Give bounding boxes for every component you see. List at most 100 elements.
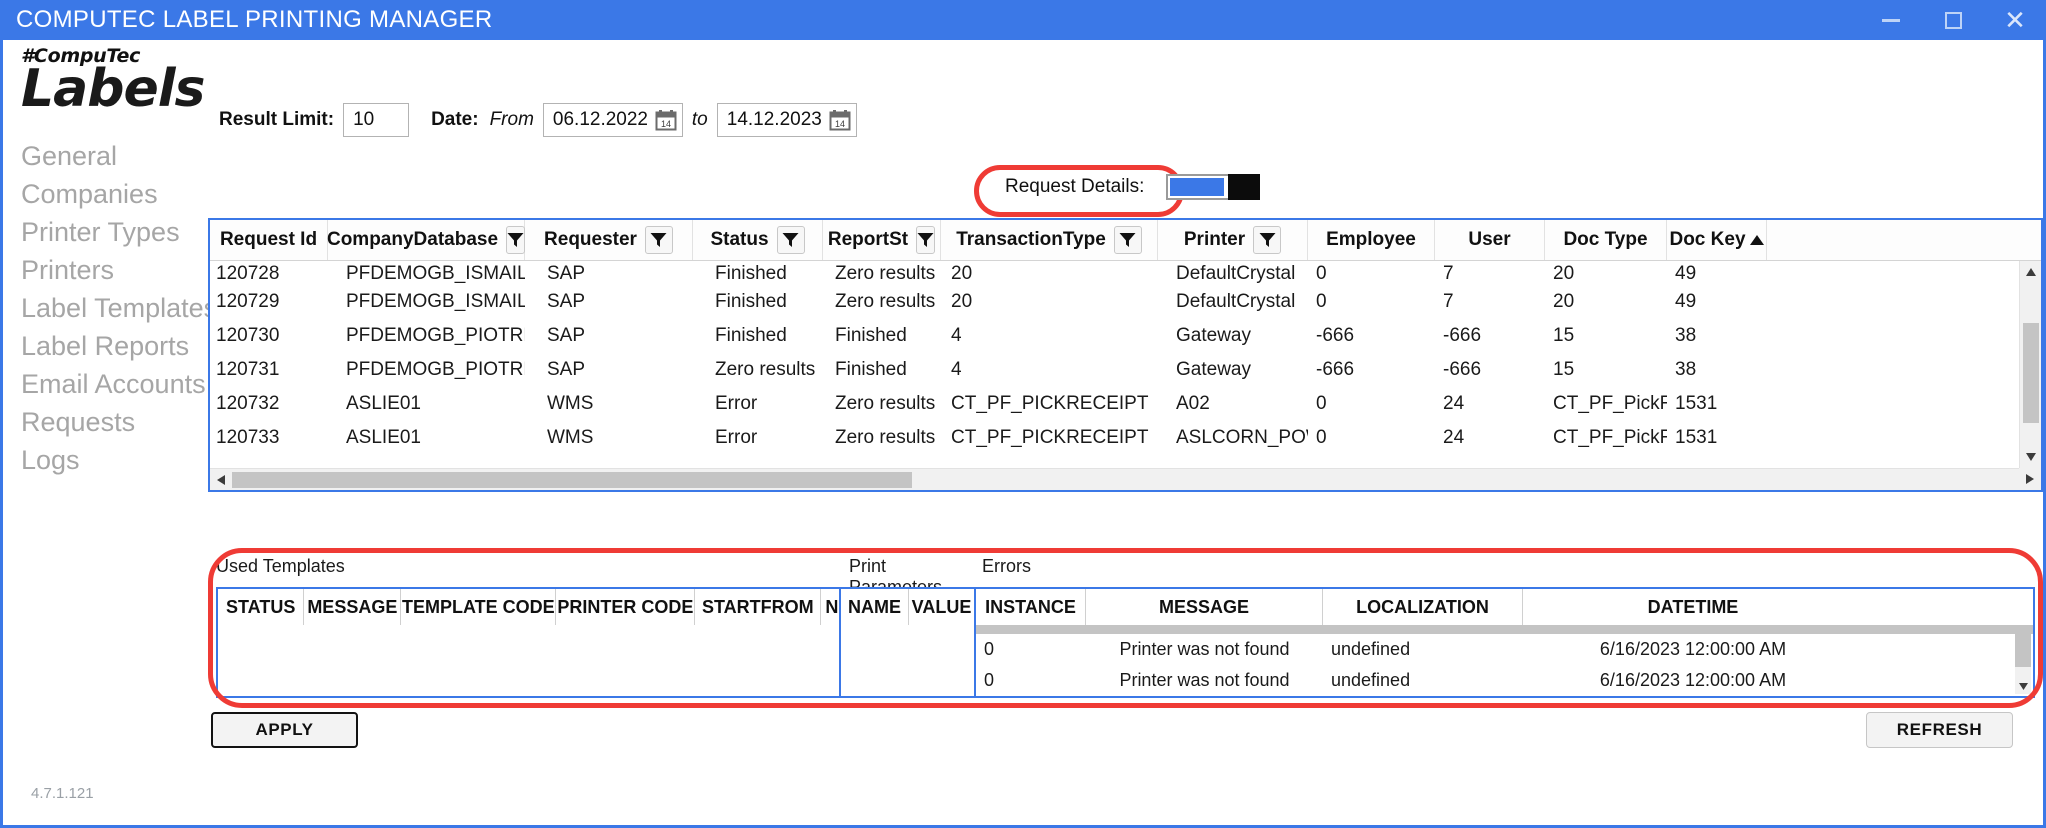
filter-icon[interactable] bbox=[506, 226, 525, 254]
grid-cell: 4 bbox=[941, 325, 1158, 347]
grid-cell: CT_PF_PICKRECEIPT bbox=[941, 427, 1158, 449]
grid-cell: Error bbox=[693, 427, 823, 449]
errors-scroll-indicator[interactable] bbox=[976, 625, 2033, 634]
grid-row[interactable]: 120732ASLIE01WMSErrorZero resultsCT_PF_P… bbox=[210, 387, 2041, 421]
date-to-label: to bbox=[692, 109, 708, 131]
grid-row[interactable]: 120731PFDEMOGB_PIOTRKSAPZero resultsFini… bbox=[210, 353, 2041, 387]
sidebar-item-general[interactable]: General bbox=[21, 138, 211, 176]
vertical-scroll-thumb[interactable] bbox=[2023, 323, 2039, 423]
grid-column-header[interactable]: Request Id bbox=[210, 220, 328, 260]
request-details-label: Request Details: bbox=[1005, 176, 1144, 198]
sidebar-item-email-accounts[interactable]: Email Accounts bbox=[21, 366, 211, 404]
sidebar-item-logs[interactable]: Logs bbox=[21, 442, 211, 480]
table-cell: 6/16/2023 12:00:00 AM bbox=[1523, 639, 1863, 660]
grid-cell: PFDEMOGB_ISMAIL bbox=[328, 291, 525, 313]
scroll-right-icon[interactable] bbox=[2019, 468, 2041, 490]
table-row[interactable]: 0Printer was not foundundefined6/16/2023… bbox=[976, 634, 2033, 665]
table-column-header[interactable]: NAME bbox=[841, 589, 909, 625]
filter-icon[interactable] bbox=[1114, 226, 1142, 254]
window-titlebar: COMPUTEC LABEL PRINTING MANAGER ✕ bbox=[0, 0, 2046, 40]
calendar-icon[interactable]: 14 bbox=[829, 109, 851, 131]
horizontal-scroll-thumb[interactable] bbox=[232, 472, 912, 488]
sort-ascending-icon[interactable] bbox=[1750, 229, 1764, 251]
sidebar-item-requests[interactable]: Requests bbox=[21, 404, 211, 442]
result-limit-input[interactable]: 10 bbox=[343, 103, 409, 137]
grid-cell: 20 bbox=[941, 263, 1158, 285]
table-column-header[interactable]: LOCALIZATION bbox=[1323, 589, 1523, 625]
maximize-button[interactable] bbox=[1922, 0, 1984, 40]
refresh-button[interactable]: REFRESH bbox=[1866, 712, 2013, 748]
filter-icon[interactable] bbox=[645, 226, 673, 254]
grid-cell: 15 bbox=[1545, 325, 1667, 347]
grid-column-header[interactable]: User bbox=[1435, 220, 1545, 260]
grid-column-header[interactable]: CompanyDatabase bbox=[328, 220, 525, 260]
grid-row[interactable]: 120728PFDEMOGB_ISMAILSAPFinishedZero res… bbox=[210, 261, 2041, 285]
grid-column-header[interactable]: Doc Type bbox=[1545, 220, 1667, 260]
date-from-input[interactable]: 06.12.2022 14 bbox=[543, 103, 683, 137]
table-column-header[interactable]: DATETIME bbox=[1523, 589, 1863, 625]
grid-horizontal-scrollbar[interactable] bbox=[210, 468, 2019, 490]
date-to-value: 14.12.2023 bbox=[727, 109, 822, 131]
close-button[interactable]: ✕ bbox=[1984, 0, 2046, 40]
grid-cell: 120732 bbox=[210, 393, 328, 415]
grid-cell: 0 bbox=[1308, 291, 1435, 313]
table-column-header[interactable]: VALUE bbox=[909, 589, 974, 625]
table-column-header[interactable]: PRINTER CODE bbox=[556, 589, 695, 625]
table-column-header[interactable]: TEMPLATE CODE bbox=[401, 589, 556, 625]
grid-column-header[interactable]: Status bbox=[693, 220, 823, 260]
svg-text:14: 14 bbox=[835, 119, 845, 129]
sidebar-item-printers[interactable]: Printers bbox=[21, 252, 211, 290]
grid-column-header[interactable]: Doc Key bbox=[1667, 220, 1767, 260]
calendar-icon[interactable]: 14 bbox=[655, 109, 677, 131]
result-limit-value: 10 bbox=[353, 109, 374, 131]
date-from-label: From bbox=[490, 109, 534, 131]
print-parameters-header: NAMEVALUE bbox=[841, 589, 974, 625]
brand-product: Labels bbox=[21, 65, 205, 114]
request-details-toggle[interactable] bbox=[1166, 174, 1250, 200]
table-column-header[interactable]: STARTFROM bbox=[695, 589, 821, 625]
filter-icon[interactable] bbox=[916, 226, 935, 254]
sidebar-item-printer-types[interactable]: Printer Types bbox=[21, 214, 211, 252]
grid-row[interactable]: 120730PFDEMOGB_PIOTRKSAPFinishedFinished… bbox=[210, 319, 2041, 353]
toggle-thumb[interactable] bbox=[1228, 174, 1260, 200]
horizontal-scroll-track[interactable] bbox=[232, 469, 2019, 490]
apply-button[interactable]: APPLY bbox=[211, 712, 358, 748]
scroll-left-icon[interactable] bbox=[210, 469, 232, 491]
errors-vertical-scrollbar[interactable] bbox=[2015, 627, 2031, 694]
scroll-down-icon[interactable] bbox=[2020, 446, 2042, 468]
grid-column-label: Employee bbox=[1326, 229, 1416, 251]
grid-column-header[interactable]: Employee bbox=[1308, 220, 1435, 260]
filter-icon[interactable] bbox=[777, 226, 805, 254]
sidebar-item-label-templates[interactable]: Label Templates bbox=[21, 290, 211, 328]
grid-cell: Zero results bbox=[823, 393, 941, 415]
grid-cell: DefaultCrystal bbox=[1158, 291, 1308, 313]
sidebar-item-label-reports[interactable]: Label Reports bbox=[21, 328, 211, 366]
grid-column-header[interactable]: Requester bbox=[525, 220, 693, 260]
filter-icon[interactable] bbox=[1253, 226, 1281, 254]
grid-row[interactable]: 120733ASLIE01WMSErrorZero resultsCT_PF_P… bbox=[210, 421, 2041, 455]
grid-vertical-scrollbar[interactable] bbox=[2019, 261, 2041, 468]
maximize-icon bbox=[1945, 12, 1962, 29]
errors-scroll-thumb[interactable] bbox=[2015, 627, 2031, 667]
grid-column-header[interactable]: ReportSt bbox=[823, 220, 941, 260]
table-column-header[interactable]: MESSAGE bbox=[304, 589, 401, 625]
grid-row[interactable]: 120729PFDEMOGB_ISMAILSAPFinishedZero res… bbox=[210, 285, 2041, 319]
table-column-header[interactable]: STATUS bbox=[218, 589, 304, 625]
table-row[interactable]: 0Printer was not foundundefined6/16/2023… bbox=[976, 665, 2033, 696]
grid-cell: -666 bbox=[1435, 359, 1545, 381]
table-column-header[interactable]: MESSAGE bbox=[1086, 589, 1323, 625]
grid-cell: 120731 bbox=[210, 359, 328, 381]
grid-column-header[interactable]: Printer bbox=[1158, 220, 1308, 260]
scroll-up-icon[interactable] bbox=[2020, 261, 2042, 283]
table-cell: 0 bbox=[976, 670, 1086, 691]
minimize-button[interactable] bbox=[1860, 0, 1922, 40]
errors-scroll-down-icon[interactable] bbox=[2015, 678, 2031, 694]
grid-column-header[interactable]: TransactionType bbox=[941, 220, 1158, 260]
date-to-input[interactable]: 14.12.2023 14 bbox=[717, 103, 857, 137]
sidebar-item-companies[interactable]: Companies bbox=[21, 176, 211, 214]
grid-column-label: Status bbox=[710, 229, 768, 251]
table-cell: 0 bbox=[976, 639, 1086, 660]
grid-cell: WMS bbox=[525, 393, 693, 415]
table-column-header[interactable]: INSTANCE bbox=[976, 589, 1086, 625]
grid-header-row: Request IdCompanyDatabaseRequester Status… bbox=[210, 220, 2041, 261]
